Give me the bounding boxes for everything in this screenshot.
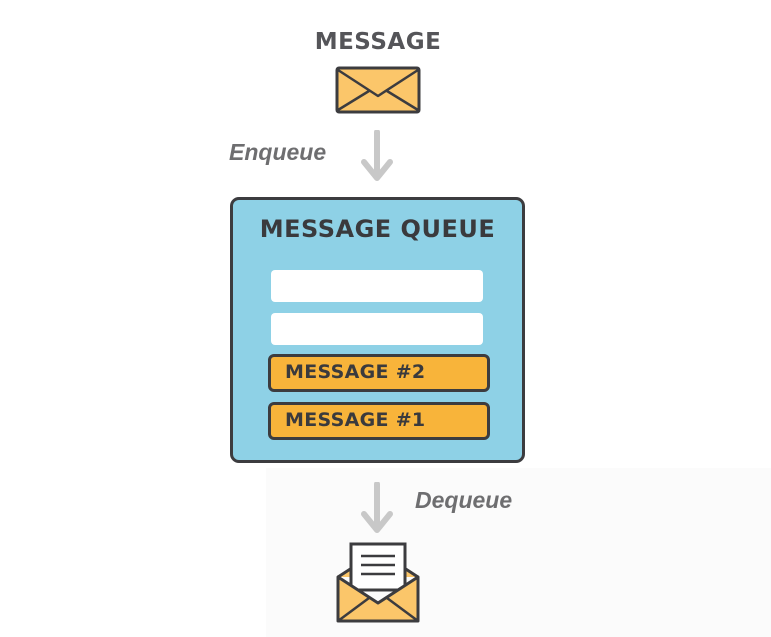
arrow-down-icon bbox=[361, 129, 393, 188]
queue-item-message-2: MESSAGE #2 bbox=[268, 354, 490, 392]
queue-item-label: MESSAGE #1 bbox=[285, 409, 426, 431]
queue-item-message-1: MESSAGE #1 bbox=[268, 402, 490, 440]
queue-item-label: MESSAGE #2 bbox=[285, 361, 426, 383]
message-queue-box: MESSAGE QUEUE MESSAGE #2 MESSAGE #1 bbox=[230, 197, 525, 463]
queue-slot-empty bbox=[271, 313, 483, 345]
arrow-down-icon bbox=[361, 481, 393, 540]
open-envelope-icon bbox=[335, 541, 421, 629]
dequeue-label: Dequeue bbox=[415, 487, 513, 513]
envelope-icon bbox=[335, 66, 421, 118]
queue-title: MESSAGE QUEUE bbox=[259, 215, 496, 243]
queue-slot-empty bbox=[271, 270, 483, 302]
enqueue-label: Enqueue bbox=[229, 139, 327, 165]
message-title: MESSAGE bbox=[314, 29, 442, 55]
